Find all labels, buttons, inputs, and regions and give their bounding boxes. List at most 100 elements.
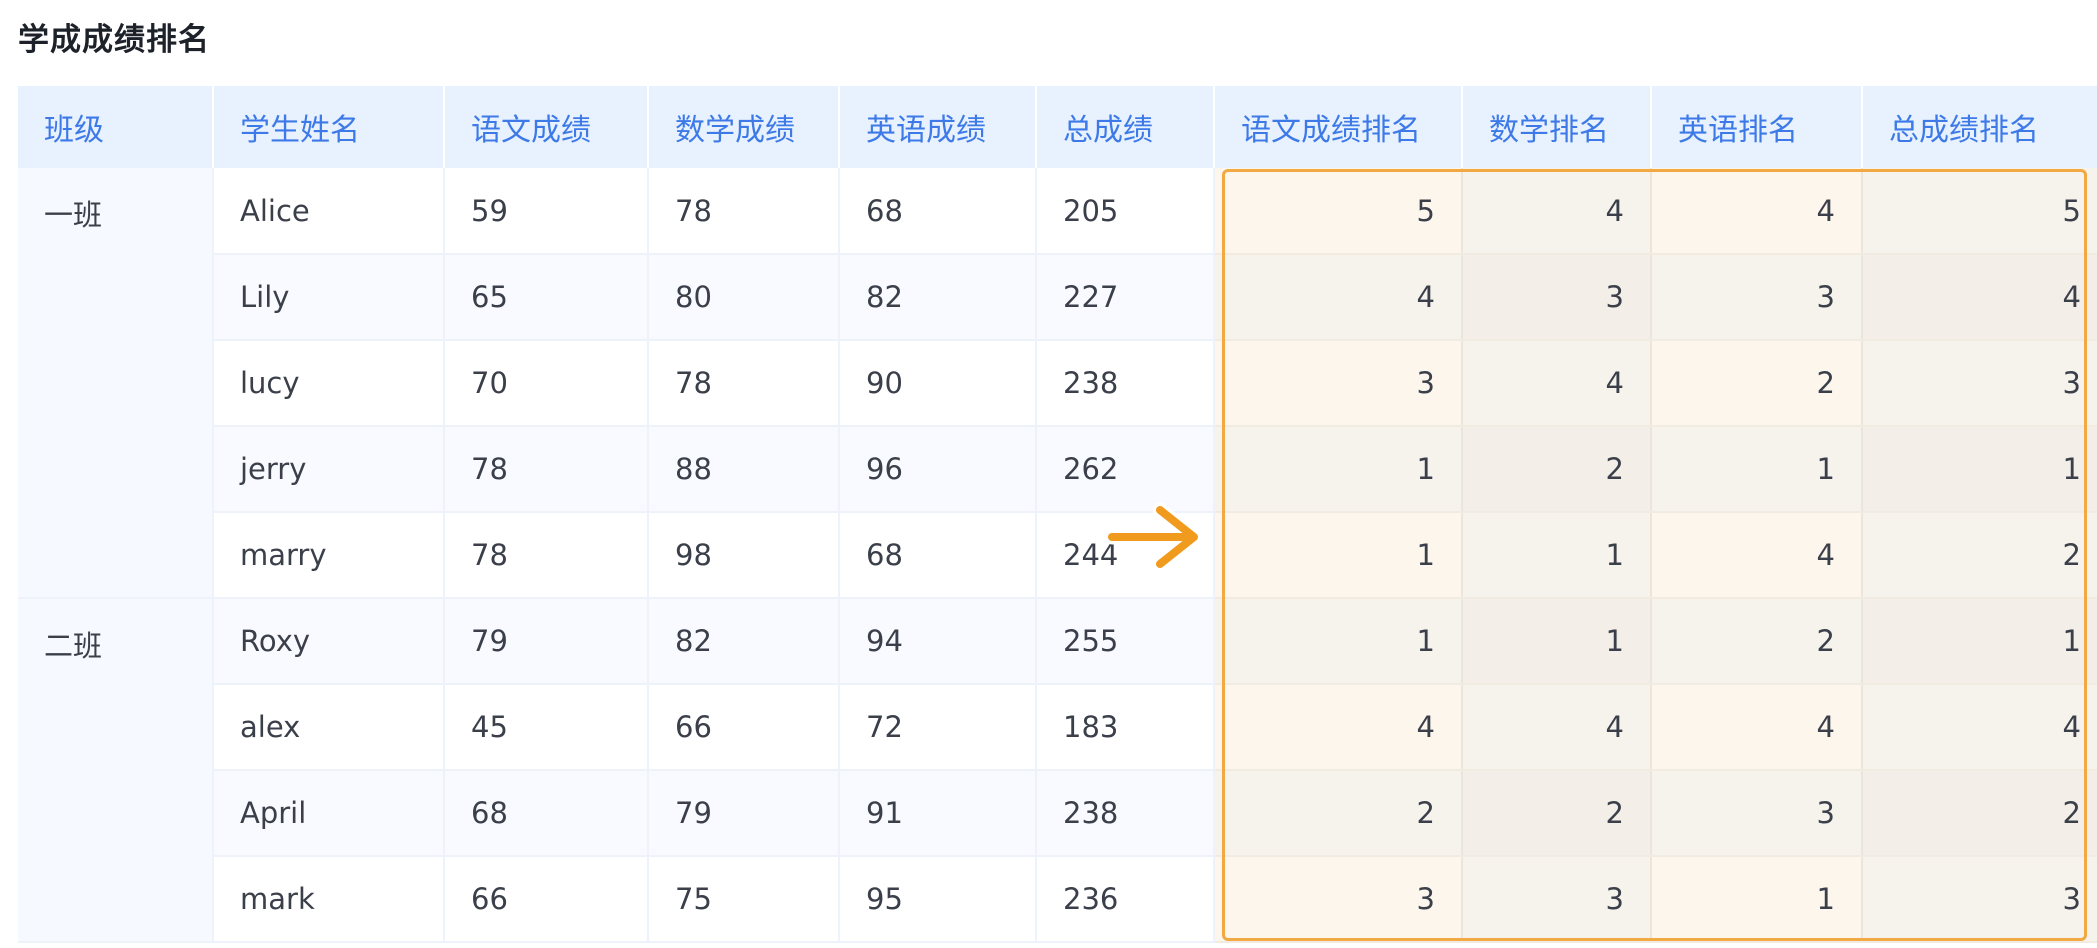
english-score-cell: 68	[839, 168, 1037, 255]
math-rank-cell: 1	[1462, 512, 1652, 599]
table-row[interactable]: 二班 Roxy 79 82 94 255 1 1 2 1	[18, 598, 2097, 943]
chinese-rank-cell: 3	[1214, 340, 1463, 427]
total-rank-cell: 3	[1862, 856, 2097, 943]
chinese-score-cell: 78	[444, 512, 649, 599]
english-score-cell: 96	[839, 426, 1037, 513]
ranking-table-container: 班级 学生姓名 语文成绩 数学成绩 英语成绩 总成绩 语文成绩排名 数学排名 英…	[18, 86, 2097, 944]
english-score-cell: 90	[839, 340, 1037, 427]
table-row[interactable]: 一班 Alice 59 78 68 205 5 4 4 5	[18, 168, 2097, 599]
total-score-cell: 238	[1036, 770, 1215, 857]
column-header-total-rank[interactable]: 总成绩排名	[1862, 86, 2097, 168]
chinese-score-cell: 79	[444, 598, 649, 685]
english-score-cell: 72	[839, 684, 1037, 771]
table-row[interactable]: lucy 70 78 90 238 3 4 2 3	[18, 340, 2097, 427]
chinese-rank-cell: 1	[1214, 426, 1463, 513]
total-rank-cell: 2	[1862, 770, 2097, 857]
english-rank-cell: 4	[1651, 512, 1863, 599]
chinese-score-cell: 65	[444, 254, 649, 341]
math-score-cell: 78	[648, 340, 840, 427]
column-header-math-rank[interactable]: 数学排名	[1462, 86, 1652, 168]
math-score-cell: 80	[648, 254, 840, 341]
chinese-score-cell: 45	[444, 684, 649, 771]
math-rank-cell: 2	[1462, 770, 1652, 857]
english-score-cell: 95	[839, 856, 1037, 943]
column-header-student-name[interactable]: 学生姓名	[213, 86, 445, 168]
table-header-row: 班级 学生姓名 语文成绩 数学成绩 英语成绩 总成绩 语文成绩排名 数学排名 英…	[18, 86, 2097, 168]
total-rank-cell: 1	[1862, 426, 2097, 513]
page-title: 学成成绩排名	[18, 22, 210, 58]
english-rank-cell: 3	[1651, 254, 1863, 341]
table-row[interactable]: marry 78 98 68 244 1 1 4 2	[18, 512, 2097, 599]
column-header-total-score[interactable]: 总成绩	[1036, 86, 1215, 168]
ranking-table: 班级 学生姓名 语文成绩 数学成绩 英语成绩 总成绩 语文成绩排名 数学排名 英…	[18, 86, 2097, 943]
english-rank-cell: 3	[1651, 770, 1863, 857]
math-rank-cell: 2	[1462, 426, 1652, 513]
column-header-class[interactable]: 班级	[18, 86, 214, 168]
math-score-cell: 88	[648, 426, 840, 513]
chinese-score-cell: 78	[444, 426, 649, 513]
student-name-cell: April	[213, 770, 445, 857]
arrow-right-icon	[1104, 502, 1202, 572]
total-rank-cell: 4	[1862, 254, 2097, 341]
student-name-cell: jerry	[213, 426, 445, 513]
student-name-cell: mark	[213, 856, 445, 943]
table-row[interactable]: Lily 65 80 82 227 4 3 3 4	[18, 254, 2097, 341]
student-name-cell: Lily	[213, 254, 445, 341]
math-score-cell: 66	[648, 684, 840, 771]
math-score-cell: 78	[648, 168, 840, 255]
student-name-cell: Roxy	[213, 598, 445, 685]
chinese-rank-cell: 1	[1214, 512, 1463, 599]
chinese-score-cell: 68	[444, 770, 649, 857]
chinese-score-cell: 70	[444, 340, 649, 427]
column-header-english-rank[interactable]: 英语排名	[1651, 86, 1863, 168]
math-score-cell: 79	[648, 770, 840, 857]
total-score-cell: 205	[1036, 168, 1215, 255]
math-rank-cell: 3	[1462, 254, 1652, 341]
chinese-rank-cell: 4	[1214, 684, 1463, 771]
math-rank-cell: 3	[1462, 856, 1652, 943]
class-name-cell: 一班	[18, 168, 214, 599]
math-score-cell: 75	[648, 856, 840, 943]
math-rank-cell: 4	[1462, 684, 1652, 771]
total-score-cell: 238	[1036, 340, 1215, 427]
column-header-english-score[interactable]: 英语成绩	[839, 86, 1037, 168]
student-name-cell: Alice	[213, 168, 445, 255]
english-score-cell: 68	[839, 512, 1037, 599]
english-score-cell: 94	[839, 598, 1037, 685]
total-score-cell: 236	[1036, 856, 1215, 943]
english-score-cell: 82	[839, 254, 1037, 341]
column-header-chinese-score[interactable]: 语文成绩	[444, 86, 649, 168]
total-score-cell: 227	[1036, 254, 1215, 341]
math-score-cell: 98	[648, 512, 840, 599]
chinese-score-cell: 66	[444, 856, 649, 943]
student-name-cell: alex	[213, 684, 445, 771]
math-score-cell: 82	[648, 598, 840, 685]
english-rank-cell: 1	[1651, 856, 1863, 943]
english-rank-cell: 2	[1651, 598, 1863, 685]
column-header-chinese-rank[interactable]: 语文成绩排名	[1214, 86, 1463, 168]
student-name-cell: lucy	[213, 340, 445, 427]
math-rank-cell: 1	[1462, 598, 1652, 685]
english-rank-cell: 4	[1651, 168, 1863, 255]
table-body: 一班 Alice 59 78 68 205 5 4 4 5 Lily 65 80 82 227 4 3 3 4 luc…	[18, 168, 2097, 943]
table-row[interactable]: jerry 78 88 96 262 1 2 1 1	[18, 426, 2097, 513]
table-row[interactable]: April 68 79 91 238 2 2 3 2	[18, 770, 2097, 857]
chinese-rank-cell: 2	[1214, 770, 1463, 857]
english-rank-cell: 4	[1651, 684, 1863, 771]
chinese-rank-cell: 5	[1214, 168, 1463, 255]
student-name-cell: marry	[213, 512, 445, 599]
table-row[interactable]: mark 66 75 95 236 3 3 1 3	[18, 856, 2097, 943]
chinese-score-cell: 59	[444, 168, 649, 255]
table-row[interactable]: alex 45 66 72 183 4 4 4 4	[18, 684, 2097, 771]
english-score-cell: 91	[839, 770, 1037, 857]
chinese-rank-cell: 3	[1214, 856, 1463, 943]
column-header-math-score[interactable]: 数学成绩	[648, 86, 840, 168]
total-rank-cell: 3	[1862, 340, 2097, 427]
math-rank-cell: 4	[1462, 340, 1652, 427]
chinese-rank-cell: 1	[1214, 598, 1463, 685]
english-rank-cell: 2	[1651, 340, 1863, 427]
total-rank-cell: 1	[1862, 598, 2097, 685]
english-rank-cell: 1	[1651, 426, 1863, 513]
total-score-cell: 183	[1036, 684, 1215, 771]
class-name-cell: 二班	[18, 598, 214, 943]
